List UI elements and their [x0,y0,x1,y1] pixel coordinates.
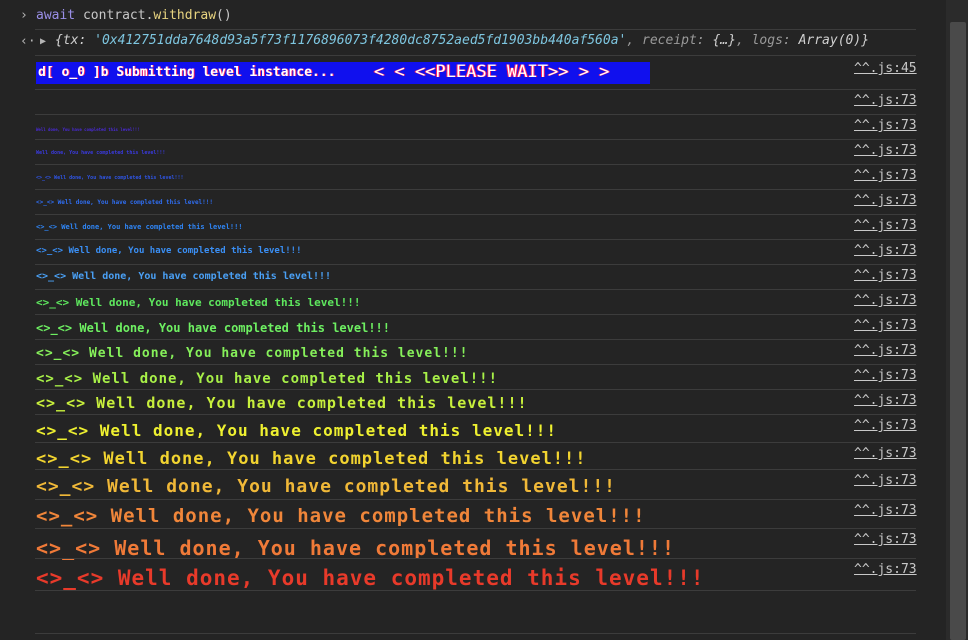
console-scrollbar[interactable] [946,0,968,640]
log-source-link[interactable]: ^^.js:73 [854,393,917,408]
log-row: ^^.js:73 [0,90,946,115]
command-text: await contract.withdraw() [36,8,232,23]
log-row: <>_<> Well done, You have completed this… [0,415,946,443]
log-row: <>_<> Well done, You have completed this… [0,443,946,470]
log-source-link[interactable]: ^^.js:73 [854,418,917,433]
log-source-link[interactable]: ^^.js:73 [854,193,917,208]
log-message-text: <>_<> Well done, You have completed this… [36,223,243,231]
log-message-text: <>_<> Well done, You have completed this… [36,246,302,256]
log-source-link[interactable]: ^^.js:73 [854,243,917,258]
result-open: {tx: [55,33,95,48]
command-method: withdraw [153,8,217,23]
log-message-text: <>_<> Well done, You have completed this… [36,505,646,527]
result-receipt-value[interactable]: {…} [712,33,735,48]
log-source-link[interactable]: ^^.js:73 [854,532,917,547]
log-source-link[interactable]: ^^.js:73 [854,368,917,383]
log-source-link[interactable]: ^^.js:73 [854,143,917,158]
log-row: <>_<> Well done, You have completed this… [0,290,946,315]
log-source-link[interactable]: ^^.js:73 [854,268,917,283]
log-row: <>_<> Well done, You have completed this… [0,365,946,390]
log-source-link[interactable]: ^^.js:73 [854,168,917,183]
log-row: <>_<> Well done, You have completed this… [0,240,946,265]
banner-right-text: < < <<PLEASE WAIT>> > > [374,62,610,82]
banner-left-text: d[ o_0 ]b Submitting level instance... [38,65,336,80]
result-tx-value: '0x412751dda7648d93a5f73f1176896073f4280… [94,33,627,48]
log-row: <>_<> Well done, You have completed this… [0,340,946,365]
log-source-link[interactable]: ^^.js:45 [854,61,917,76]
log-message-text: <>_<> Well done, You have completed this… [36,476,617,497]
input-prompt-icon: › [20,8,28,23]
result-arrow-icon: ‹· [20,34,36,49]
result-logs-key: , logs: [735,33,799,48]
console-result-row[interactable]: ‹· ▶ {tx: '0x412751dda7648d93a5f73f11768… [0,30,946,56]
result-logs-value[interactable]: Array(0) [799,33,862,48]
log-message-text: <>_<> Well done, You have completed this… [36,421,558,440]
log-source-link[interactable]: ^^.js:73 [854,118,917,133]
log-row: <>_<> Well done, You have completed this… [0,529,946,560]
log-source-link[interactable]: ^^.js:73 [854,562,917,577]
log-row: <>_<> Well done, You have completed this… [0,265,946,290]
console-panel: › await contract.withdraw() ‹· ▶ {tx: '0… [0,0,946,640]
log-message-text: <>_<> Well done, You have completed this… [36,394,528,412]
divider [35,633,916,634]
command-keyword: await [36,8,76,23]
console-command-row: › await contract.withdraw() [0,0,946,30]
log-message-text: <>_<> Well done, You have completed this… [36,566,705,590]
log-source-link[interactable]: ^^.js:73 [854,503,917,518]
log-message-text: <>_<> Well done, You have completed this… [36,175,184,181]
divider [35,590,916,591]
log-row: <>_<> Well done, You have completed this… [0,470,946,500]
log-message-text: <>_<> Well done, You have completed this… [36,321,391,335]
log-row: <>_<> Well done, You have completed this… [0,500,946,529]
submit-banner: d[ o_0 ]b Submitting level instance... <… [36,62,650,84]
log-source-link[interactable]: ^^.js:73 [854,473,917,488]
command-suffix: () [216,8,232,23]
log-source-link[interactable]: ^^.js:73 [854,93,917,108]
log-message-text: <>_<> Well done, You have completed this… [36,449,587,469]
log-message-text: Well done, You have completed this level… [36,150,166,156]
log-source-link[interactable]: ^^.js:73 [854,343,917,358]
log-source-link[interactable]: ^^.js:73 [854,318,917,333]
log-source-link[interactable]: ^^.js:73 [854,218,917,233]
log-message-text: <>_<> Well done, You have completed this… [36,199,214,206]
log-source-link[interactable]: ^^.js:73 [854,293,917,308]
log-row: <>_<> Well done, You have completed this… [0,190,946,215]
command-object: contract [82,8,146,23]
log-row: Well done, You have completed this level… [0,140,946,165]
result-object[interactable]: {tx: '0x412751dda7648d93a5f73f1176896073… [55,33,869,48]
log-message-text: <>_<> Well done, You have completed this… [36,371,499,387]
log-message-text: Well done, You have completed this level… [36,127,140,132]
log-message-text: <>_<> Well done, You have completed this… [36,536,676,560]
log-message-text: <>_<> Well done, You have completed this… [36,346,469,361]
log-row: Well done, You have completed this level… [0,115,946,140]
log-row: <>_<> Well done, You have completed this… [0,315,946,340]
log-message-text: <>_<> Well done, You have completed this… [36,271,332,282]
log-row: <>_<> Well done, You have completed this… [0,559,946,591]
log-source-link[interactable]: ^^.js:73 [854,446,917,461]
scrollbar-thumb[interactable] [950,22,966,640]
expand-triangle-icon[interactable]: ▶ [40,36,46,47]
log-message-text: <>_<> Well done, You have completed this… [36,296,361,309]
result-receipt-key: , receipt: [626,33,713,48]
log-row-banner: d[ o_0 ]b Submitting level instance... <… [0,56,946,90]
result-close: } [861,33,870,48]
log-row: <>_<> Well done, You have completed this… [0,215,946,240]
log-row: <>_<> Well done, You have completed this… [0,390,946,415]
log-row: <>_<> Well done, You have completed this… [0,165,946,190]
